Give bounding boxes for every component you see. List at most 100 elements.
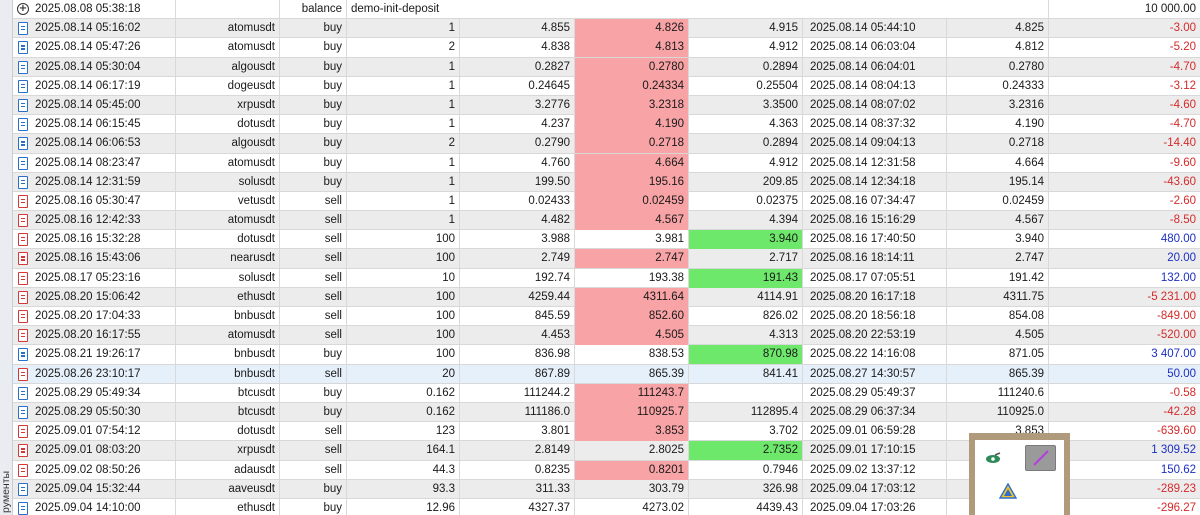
volume-cell: 2 (347, 38, 460, 58)
take-profit-cell: 3.702 (689, 422, 803, 442)
volume-cell: 1 (347, 172, 460, 192)
table-row[interactable]: 2025.08.26 23:10:17 bnbusdt sell 20 867.89 86… (13, 364, 1200, 384)
diagonal-line-icon[interactable] (1025, 445, 1056, 471)
close-time-cell: 2025.09.04 17:03:26 (803, 498, 947, 515)
open-time-cell: 2025.08.14 06:15:45 (33, 115, 176, 135)
profit-cell: -289.23 (1156, 482, 1196, 495)
take-profit-cell: 0.25504 (689, 76, 803, 96)
type-cell: sell (280, 460, 347, 480)
take-profit-cell: 826.02 (689, 307, 803, 326)
open-price-cell: 192.74 (460, 268, 575, 288)
volume-cell: 93.3 (347, 479, 460, 499)
open-time-cell: 2025.08.20 15:06:42 (33, 287, 176, 307)
profit-cell: 20.00 (1167, 252, 1196, 265)
table-row[interactable]: 2025.08.29 05:50:30 btcusdt buy 0.162 111186… (13, 402, 1200, 423)
open-price-cell: 199.50 (460, 172, 575, 192)
stop-loss-cell: 111243.7 (575, 383, 689, 403)
stop-loss-cell: 0.8201 (575, 460, 689, 480)
open-price-cell: 4259.44 (460, 287, 575, 307)
profit-cell: -42.28 (1163, 405, 1196, 418)
open-time-cell: 2025.08.16 12:42:33 (33, 211, 176, 231)
stop-loss-cell: 3.2318 (575, 95, 689, 115)
table-row[interactable]: 2025.08.14 05:16:02 atomusdt buy 1 4.855 4.82… (13, 19, 1200, 39)
table-row[interactable]: 2025.08.16 15:43:06 nearusdt sell 100 2.749 2… (13, 249, 1200, 269)
table-row[interactable]: 2025.08.21 19:26:17 bnbusdt buy 100 836.98 83… (13, 345, 1200, 365)
symbol-cell: nearusdt (176, 249, 280, 269)
close-price-cell: 3.2316 (947, 95, 1049, 115)
take-profit-cell: 4114.91 (689, 287, 803, 307)
stop-loss-cell: 0.2718 (575, 134, 689, 154)
table-row[interactable]: 2025.08.14 06:17:19 dogeusdt buy 1 0.24645 0.… (13, 76, 1200, 96)
close-time-cell: 2025.08.14 08:07:02 (803, 95, 947, 115)
close-price-cell: 2.747 (947, 249, 1049, 269)
type-cell: sell (280, 441, 347, 461)
balance-symbol (176, 0, 280, 19)
profit-cell: -2.60 (1169, 194, 1196, 207)
symbol-cell: bnbusdt (176, 345, 280, 365)
symbol-cell: solusdt (176, 172, 280, 192)
type-cell: buy (280, 498, 347, 515)
sell-document-icon (18, 290, 28, 304)
table-row[interactable]: 2025.08.20 17:04:33 bnbusdt sell 100 845.59 8… (13, 307, 1200, 327)
close-price-cell: 0.02459 (947, 191, 1049, 211)
stop-loss-cell: 193.38 (575, 268, 689, 288)
table-row[interactable]: 2025.08.14 05:30:04 algousdt buy 1 0.2827 0.2… (13, 57, 1200, 77)
symbol-cell: adausdt (176, 460, 280, 480)
stop-loss-cell: 4273.02 (575, 498, 689, 515)
profit-cell: -520.00 (1156, 329, 1196, 342)
table-row[interactable]: 2025.08.20 16:17:55 atomusdt sell 100 4.453 4… (13, 326, 1200, 346)
open-time-cell: 2025.08.29 05:50:30 (33, 402, 176, 422)
volume-cell: 100 (347, 230, 460, 250)
close-time-cell: 2025.08.14 08:37:32 (803, 115, 947, 135)
type-cell: buy (280, 402, 347, 422)
open-price-cell: 0.02433 (460, 191, 575, 211)
volume-cell: 12.96 (347, 498, 460, 515)
open-time-cell: 2025.08.26 23:10:17 (33, 364, 176, 384)
table-row[interactable]: 2025.08.14 05:45:00 xrpusdt buy 1 3.2776 3.23… (13, 95, 1200, 116)
stop-loss-cell: 4.664 (575, 153, 689, 173)
table-row[interactable]: 2025.08.17 05:23:16 solusdt sell 10 192.74 19… (13, 268, 1200, 288)
type-cell: buy (280, 115, 347, 135)
type-cell: buy (280, 95, 347, 115)
table-row[interactable]: 2025.08.14 05:47:26 atomusdt buy 2 4.838 4.81… (13, 38, 1200, 58)
close-time-cell: 2025.08.22 14:16:08 (803, 345, 947, 365)
stop-loss-cell: 4311.64 (575, 287, 689, 307)
sell-document-icon (18, 271, 28, 285)
table-row[interactable]: 2025.08.16 15:32:28 dotusdt sell 100 3.988 3.… (13, 230, 1200, 250)
close-time-cell: 2025.09.01 06:59:28 (803, 422, 947, 442)
take-profit-cell: 2.717 (689, 249, 803, 269)
table-row[interactable]: 2025.08.16 05:30:47 vetusdt sell 1 0.02433 0.… (13, 191, 1200, 212)
balance-cell-icon: + (13, 0, 33, 19)
symbol-cell: xrpusdt (176, 441, 280, 461)
toolbox-side-tab[interactable]: рументы (0, 0, 13, 515)
open-time-cell: 2025.08.29 05:49:34 (33, 383, 176, 403)
triangle-shape-icon[interactable] (998, 481, 1018, 501)
open-time-cell: 2025.09.01 08:03:20 (33, 441, 176, 461)
symbol-cell: bnbusdt (176, 307, 280, 326)
buy-document-icon (18, 501, 28, 515)
table-row[interactable]: 2025.08.16 12:42:33 atomusdt sell 1 4.482 4.5… (13, 211, 1200, 231)
close-time-cell: 2025.08.29 06:37:34 (803, 402, 947, 422)
take-profit-cell: 0.2894 (689, 134, 803, 154)
take-profit-cell: 4.915 (689, 19, 803, 39)
table-row[interactable]: 2025.08.14 06:15:45 dotusdt buy 1 4.237 4.190… (13, 115, 1200, 135)
close-time-cell: 2025.09.04 17:03:12 (803, 479, 947, 499)
table-row[interactable]: 2025.08.14 08:23:47 atomusdt buy 1 4.760 4.66… (13, 153, 1200, 173)
symbol-cell: ethusdt (176, 498, 280, 515)
volume-cell: 1 (347, 95, 460, 115)
table-row[interactable]: 2025.08.29 05:49:34 btcusdt buy 0.162 111244… (13, 383, 1200, 403)
type-cell: sell (280, 268, 347, 288)
close-time-cell: 2025.08.17 07:05:51 (803, 268, 947, 288)
table-row[interactable]: 2025.08.20 15:06:42 ethusdt sell 100 4259.44… (13, 287, 1200, 307)
table-row[interactable]: 2025.08.14 12:31:59 solusdt buy 1 199.50 195.… (13, 172, 1200, 192)
table-row[interactable]: 2025.08.14 06:06:53 algousdt buy 2 0.2790 0.2… (13, 134, 1200, 154)
brush-eye-icon[interactable] (983, 449, 1003, 469)
symbol-cell: atomusdt (176, 326, 280, 346)
buy-document-icon (18, 137, 28, 151)
symbol-cell: dotusdt (176, 230, 280, 250)
close-time-cell: 2025.08.29 05:49:37 (803, 383, 947, 403)
symbol-cell: dotusdt (176, 422, 280, 442)
open-price-cell: 3.988 (460, 230, 575, 250)
balance-row[interactable]: + 2025.08.08 05:38:18 balance demo-init-… (13, 0, 1200, 20)
profit-cell: -296.27 (1156, 501, 1196, 514)
